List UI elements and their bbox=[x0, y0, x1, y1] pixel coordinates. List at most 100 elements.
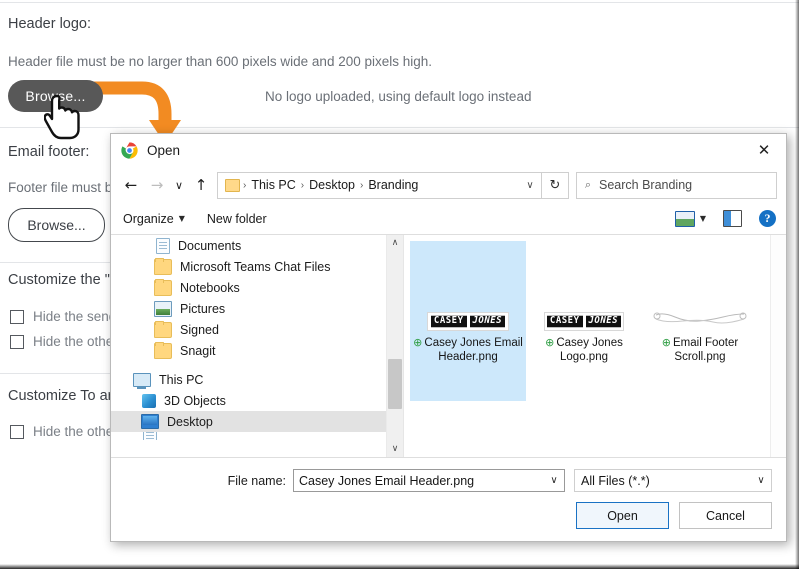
chevron-down-icon[interactable]: ∨ bbox=[751, 475, 771, 486]
logo-thumbnail-image: CASEY JONES bbox=[543, 311, 625, 331]
chevron-down-icon[interactable]: ▼ bbox=[700, 214, 706, 223]
open-file-dialog: Open ✕ ← → ∨ ↑ › This PC › Desktop › Bra… bbox=[110, 133, 787, 542]
document-icon bbox=[156, 237, 170, 254]
checkbox-row-hide-other-1[interactable]: Hide the othe bbox=[10, 334, 113, 349]
section-divider-3 bbox=[0, 373, 110, 374]
open-button[interactable]: Open bbox=[576, 502, 669, 529]
cancel-button-label: Cancel bbox=[706, 508, 745, 523]
chevron-down-icon[interactable]: ∨ bbox=[544, 475, 564, 486]
checkbox-row-hide-other-2[interactable]: Hide the othe bbox=[10, 424, 113, 439]
nav-item-microsoft-teams-chat-files[interactable]: Microsoft Teams Chat Files bbox=[111, 256, 403, 277]
nav-item-3d-objects[interactable]: 3D Objects bbox=[111, 390, 403, 411]
checkbox-row-hide-sender[interactable]: Hide the send bbox=[10, 309, 116, 324]
breadcrumb-desktop[interactable]: Desktop bbox=[305, 178, 359, 192]
file-type-value: All Files (*.*) bbox=[581, 473, 650, 488]
help-icon[interactable]: ? bbox=[759, 210, 776, 227]
cloud-sync-status-icon: ⊕ bbox=[661, 336, 672, 349]
organize-button[interactable]: Organize ▼ bbox=[123, 212, 185, 226]
scrollbar-thumb[interactable] bbox=[388, 359, 402, 409]
file-name-label: ⊕ Email Footer Scroll.png bbox=[645, 336, 755, 364]
back-icon[interactable]: ← bbox=[118, 172, 144, 198]
checkbox-hide-sender[interactable] bbox=[10, 309, 24, 324]
file-name-input[interactable]: Casey Jones Email Header.png ∨ bbox=[293, 469, 565, 492]
folder-icon bbox=[154, 341, 172, 359]
browse-header-label: Browse... bbox=[25, 88, 86, 104]
file-item-casey-jones-logo[interactable]: CASEY JONES ⊕ Casey Jones Logo.png bbox=[526, 241, 642, 401]
dialog-action-buttons: Open Cancel bbox=[125, 502, 772, 529]
nav-item-label: This PC bbox=[159, 372, 204, 387]
nav-item-label: Microsoft Teams Chat Files bbox=[180, 259, 331, 274]
file-pane-scrollbar[interactable] bbox=[770, 235, 786, 457]
top-divider bbox=[0, 2, 799, 3]
search-input[interactable]: Search Branding bbox=[599, 178, 692, 192]
file-grid: CASEY JONES ⊕ Casey Jones Email Header.pn… bbox=[404, 235, 786, 401]
scroll-up-icon[interactable]: ∧ bbox=[387, 235, 403, 251]
header-help-text: Header file must be no larger than 600 p… bbox=[8, 54, 433, 69]
document-icon bbox=[143, 432, 157, 440]
breadcrumb-branding[interactable]: Branding bbox=[364, 178, 422, 192]
cloud-sync-status-icon: ⊕ bbox=[413, 336, 423, 349]
3d-objects-icon bbox=[142, 393, 156, 408]
checkbox-hide-other-2[interactable] bbox=[10, 424, 24, 439]
file-item-email-footer-scroll[interactable]: ⊕ Email Footer Scroll.png bbox=[642, 241, 758, 401]
logo-word-1: CASEY bbox=[430, 315, 467, 328]
nav-item-desktop[interactable]: Desktop bbox=[111, 411, 403, 432]
file-item-casey-jones-email-header[interactable]: CASEY JONES ⊕ Casey Jones Email Header.pn… bbox=[410, 241, 526, 401]
forward-icon[interactable]: → bbox=[144, 172, 170, 198]
chevron-down-icon[interactable]: ∨ bbox=[519, 180, 541, 191]
thumbnail: CASEY JONES bbox=[413, 245, 523, 331]
logo-word-2: JONES bbox=[469, 315, 506, 328]
this-pc-icon bbox=[133, 372, 151, 389]
header-logo-label: Header logo: bbox=[8, 16, 92, 32]
nav-item-partial[interactable] bbox=[111, 432, 403, 440]
preview-pane-icon[interactable] bbox=[723, 210, 742, 227]
scroll-down-icon[interactable]: ∨ bbox=[387, 441, 403, 457]
open-button-label: Open bbox=[607, 508, 638, 523]
nav-item-pictures[interactable]: Pictures bbox=[111, 298, 403, 319]
checkbox-hide-other-1[interactable] bbox=[10, 334, 24, 349]
new-folder-button[interactable]: New folder bbox=[207, 212, 267, 226]
dialog-titlebar: Open ✕ bbox=[111, 134, 786, 167]
file-type-select[interactable]: All Files (*.*) ∨ bbox=[574, 469, 772, 492]
scroll-divider-thumbnail-image bbox=[653, 309, 747, 331]
nav-item-label: Desktop bbox=[167, 414, 213, 429]
browse-footer-button[interactable]: Browse... bbox=[8, 208, 105, 242]
file-name-text: Casey Jones Email Header.png bbox=[424, 337, 523, 363]
nav-item-this-pc[interactable]: This PC bbox=[111, 369, 403, 390]
refresh-icon[interactable]: ↻ bbox=[542, 171, 569, 199]
folder-icon bbox=[154, 320, 172, 338]
browse-header-button[interactable]: Browse... bbox=[8, 80, 103, 112]
file-list-pane: CASEY JONES ⊕ Casey Jones Email Header.pn… bbox=[404, 235, 786, 457]
section-divider-2 bbox=[0, 262, 110, 263]
close-icon[interactable]: ✕ bbox=[742, 134, 786, 165]
nav-item-label: Signed bbox=[180, 322, 219, 337]
nav-item-label: Pictures bbox=[180, 301, 226, 316]
up-icon[interactable]: ↑ bbox=[188, 172, 214, 198]
nav-pane-scrollbar[interactable]: ∧ ∨ bbox=[386, 235, 403, 457]
new-folder-label: New folder bbox=[206, 211, 267, 226]
thumbnail: CASEY JONES bbox=[529, 245, 639, 331]
folder-icon bbox=[154, 257, 172, 275]
breadcrumb-this-pc[interactable]: This PC bbox=[247, 178, 299, 192]
nav-item-signed[interactable]: Signed bbox=[111, 319, 403, 340]
thumbnail bbox=[645, 245, 755, 331]
recent-locations-icon[interactable]: ∨ bbox=[170, 172, 188, 198]
nav-item-label: 3D Objects bbox=[164, 393, 226, 408]
cloud-sync-status-icon: ⊕ bbox=[545, 336, 555, 349]
file-name-input-value: Casey Jones Email Header.png bbox=[299, 473, 475, 488]
cancel-button[interactable]: Cancel bbox=[679, 502, 772, 529]
folder-icon bbox=[154, 278, 172, 296]
view-layout-icon[interactable] bbox=[674, 210, 695, 227]
screenshot-root: Header logo: Header file must be no larg… bbox=[0, 0, 799, 569]
address-bar[interactable]: › This PC › Desktop › Branding ∨ bbox=[217, 171, 542, 199]
file-name-text: Casey Jones Logo.png bbox=[556, 337, 623, 363]
file-name-text: Email Footer Scroll.png bbox=[673, 337, 739, 363]
nav-item-snagit[interactable]: Snagit bbox=[111, 340, 403, 361]
picture-folder-icon bbox=[154, 300, 172, 317]
nav-item-notebooks[interactable]: Notebooks bbox=[111, 277, 403, 298]
search-box[interactable]: ⌕ Search Branding bbox=[576, 171, 777, 199]
logo-word-2: JONES bbox=[585, 315, 622, 328]
checkbox-hide-other-2-label: Hide the othe bbox=[33, 424, 114, 439]
file-name-row: File name: Casey Jones Email Header.png … bbox=[125, 469, 772, 492]
nav-item-documents[interactable]: Documents bbox=[111, 235, 403, 256]
